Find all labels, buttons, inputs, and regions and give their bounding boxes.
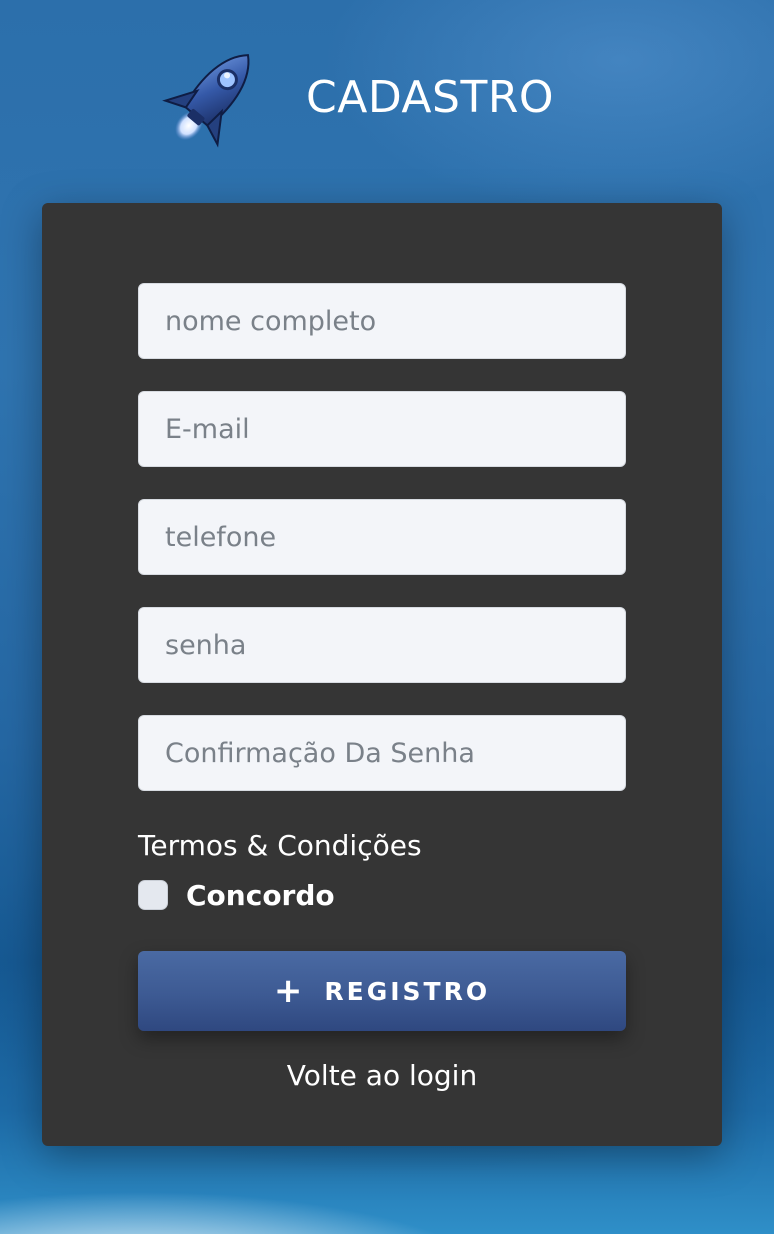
- plus-icon: +: [273, 971, 303, 1011]
- password-input[interactable]: [139, 608, 625, 682]
- register-card: Termos & Condições Concordo + REGISTRO V…: [42, 203, 722, 1146]
- password-field[interactable]: [138, 607, 626, 683]
- agree-checkbox[interactable]: [138, 880, 168, 910]
- agree-row[interactable]: Concordo: [138, 877, 335, 913]
- full-name-input[interactable]: [139, 284, 625, 358]
- header: CADASTRO: [0, 38, 774, 158]
- register-button-label: REGISTRO: [324, 976, 491, 1006]
- phone-field[interactable]: [138, 499, 626, 575]
- page-title: CADASTRO: [306, 72, 555, 123]
- email-input[interactable]: [139, 392, 625, 466]
- confirm-password-input[interactable]: [139, 716, 625, 790]
- email-field[interactable]: [138, 391, 626, 467]
- register-button[interactable]: + REGISTRO: [138, 951, 626, 1031]
- full-name-field[interactable]: [138, 283, 626, 359]
- confirm-password-field[interactable]: [138, 715, 626, 791]
- terms-title: Termos & Condições: [138, 829, 422, 862]
- back-to-login-link[interactable]: Volte ao login: [42, 1059, 722, 1092]
- agree-label[interactable]: Concordo: [186, 879, 335, 912]
- phone-input[interactable]: [139, 500, 625, 574]
- rocket-icon: [162, 54, 250, 148]
